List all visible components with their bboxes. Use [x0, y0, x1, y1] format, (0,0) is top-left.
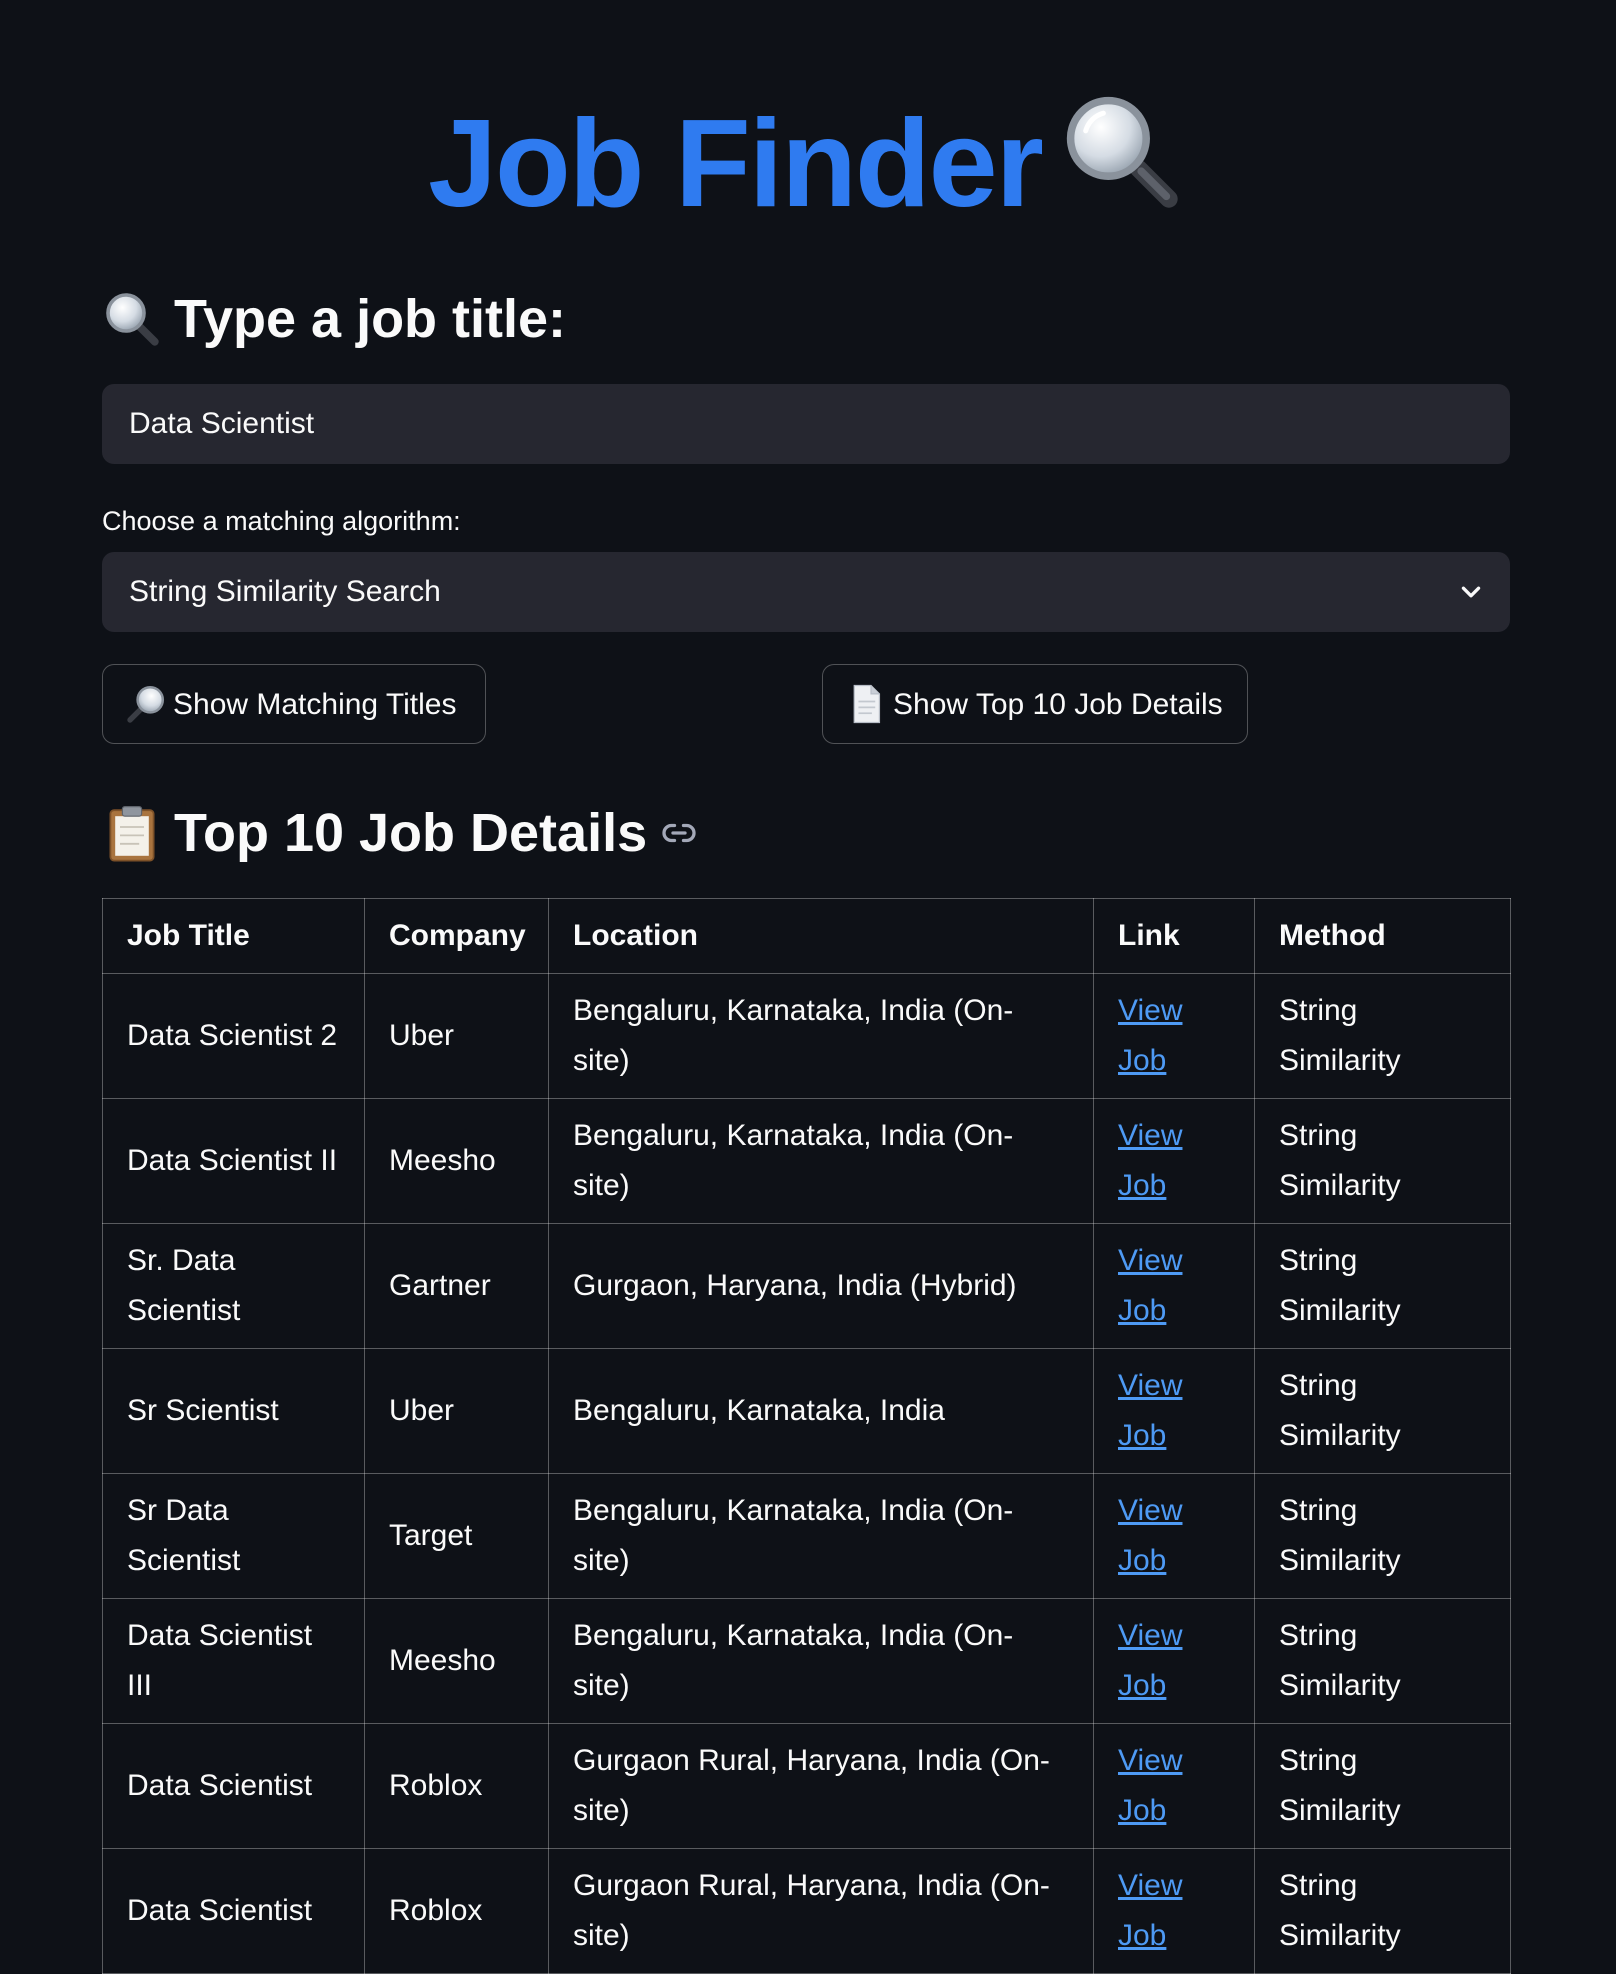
search-heading: Type a job title:: [102, 287, 566, 351]
cell-company: Target: [364, 1473, 549, 1599]
cell-location: Bengaluru, Karnataka, India (On-site): [548, 973, 1094, 1099]
table-header-row: Job Title Company Location Link Method: [102, 898, 1511, 974]
view-job-link[interactable]: View Job: [1118, 1744, 1182, 1827]
cell-location: Gurgaon Rural, Haryana, India (On-site): [548, 1723, 1094, 1849]
cell-method: String Similarity: [1254, 1723, 1511, 1849]
cell-location: Bengaluru, Karnataka, India (On-site): [548, 1098, 1094, 1224]
cell-location: Gurgaon, Haryana, India (Hybrid): [548, 1223, 1094, 1349]
magnifying-glass-icon: [127, 685, 165, 723]
cell-link: View Job: [1093, 1598, 1255, 1724]
cell-link: View Job: [1093, 1848, 1255, 1974]
cell-link: View Job: [1093, 1348, 1255, 1474]
cell-job-title: Data Scientist 2: [102, 973, 365, 1099]
cell-location: Bengaluru, Karnataka, India (On-site): [548, 1473, 1094, 1599]
view-job-link[interactable]: View Job: [1118, 994, 1182, 1077]
column-header-location: Location: [548, 898, 1094, 974]
algorithm-select[interactable]: String Similarity Search: [102, 552, 1510, 632]
magnifying-glass-icon: [106, 293, 159, 346]
view-job-link[interactable]: View Job: [1118, 1619, 1182, 1702]
cell-company: Meesho: [364, 1098, 549, 1224]
cell-job-title: Sr. Data Scientist: [102, 1223, 365, 1349]
cell-method: String Similarity: [1254, 1348, 1511, 1474]
show-matching-titles-label: Show Matching Titles: [173, 687, 457, 721]
results-heading-text: Top 10 Job Details: [174, 803, 648, 863]
view-job-link[interactable]: View Job: [1118, 1119, 1182, 1202]
table-row: Sr Scientist Uber Bengaluru, Karnataka, …: [102, 1348, 1511, 1474]
table-row: Data Scientist II Meesho Bengaluru, Karn…: [102, 1098, 1511, 1224]
cell-method: String Similarity: [1254, 1223, 1511, 1349]
cell-link: View Job: [1093, 973, 1255, 1099]
cell-company: Roblox: [364, 1848, 549, 1974]
cell-link: View Job: [1093, 1723, 1255, 1849]
table-row: Data Scientist Roblox Gurgaon Rural, Har…: [102, 1723, 1511, 1849]
app-title: Job Finder: [102, 88, 1510, 234]
job-title-input[interactable]: Data Scientist: [102, 384, 1510, 464]
cell-job-title: Sr Scientist: [102, 1348, 365, 1474]
document-icon: [853, 684, 881, 724]
cell-location: Bengaluru, Karnataka, India: [548, 1348, 1094, 1474]
cell-job-title: Data Scientist: [102, 1848, 365, 1974]
app-title-text: Job Finder: [428, 95, 1044, 233]
table-row: Data Scientist 2 Uber Bengaluru, Karnata…: [102, 973, 1511, 1099]
table-row: Sr. Data Scientist Gartner Gurgaon, Hary…: [102, 1223, 1511, 1349]
cell-job-title: Data Scientist III: [102, 1598, 365, 1724]
magnifying-glass-icon: [1066, 96, 1178, 208]
job-title-input-value: Data Scientist: [129, 407, 315, 440]
show-matching-titles-button[interactable]: Show Matching Titles: [102, 664, 486, 744]
job-details-table: Job Title Company Location Link Method D…: [102, 898, 1511, 1974]
clipboard-icon: [109, 806, 155, 862]
view-job-link[interactable]: View Job: [1118, 1244, 1182, 1327]
column-header-company: Company: [364, 898, 549, 974]
table-row: Data Scientist Roblox Gurgaon Rural, Har…: [102, 1848, 1511, 1974]
table-row: Sr Data Scientist Target Bengaluru, Karn…: [102, 1473, 1511, 1599]
cell-method: String Similarity: [1254, 1598, 1511, 1724]
cell-location: Gurgaon Rural, Haryana, India (On-site): [548, 1848, 1094, 1974]
cell-link: View Job: [1093, 1223, 1255, 1349]
cell-company: Uber: [364, 1348, 549, 1474]
link-icon[interactable]: [661, 815, 697, 851]
view-job-link[interactable]: View Job: [1118, 1494, 1182, 1577]
cell-job-title: Data Scientist II: [102, 1098, 365, 1224]
cell-link: View Job: [1093, 1473, 1255, 1599]
results-heading: Top 10 Job Details: [102, 801, 697, 865]
chevron-down-icon: [1461, 586, 1481, 598]
view-job-link[interactable]: View Job: [1118, 1369, 1182, 1452]
view-job-link[interactable]: View Job: [1118, 1869, 1182, 1952]
cell-location: Bengaluru, Karnataka, India (On-site): [548, 1598, 1094, 1724]
show-top-10-job-details-button[interactable]: Show Top 10 Job Details: [822, 664, 1248, 744]
algorithm-label: Choose a matching algorithm:: [102, 506, 461, 536]
column-header-method: Method: [1254, 898, 1511, 974]
cell-company: Roblox: [364, 1723, 549, 1849]
column-header-link: Link: [1093, 898, 1255, 974]
search-heading-text: Type a job title:: [174, 289, 567, 349]
cell-method: String Similarity: [1254, 1473, 1511, 1599]
cell-method: String Similarity: [1254, 1098, 1511, 1224]
column-header-job-title: Job Title: [102, 898, 365, 974]
cell-company: Meesho: [364, 1598, 549, 1724]
cell-company: Uber: [364, 973, 549, 1099]
table-row: Data Scientist III Meesho Bengaluru, Kar…: [102, 1598, 1511, 1724]
cell-link: View Job: [1093, 1098, 1255, 1224]
show-top-10-job-details-label: Show Top 10 Job Details: [893, 687, 1223, 721]
cell-method: String Similarity: [1254, 973, 1511, 1099]
cell-method: String Similarity: [1254, 1848, 1511, 1974]
cell-job-title: Sr Data Scientist: [102, 1473, 365, 1599]
cell-job-title: Data Scientist: [102, 1723, 365, 1849]
algorithm-selected-value: String Similarity Search: [129, 575, 441, 608]
cell-company: Gartner: [364, 1223, 549, 1349]
